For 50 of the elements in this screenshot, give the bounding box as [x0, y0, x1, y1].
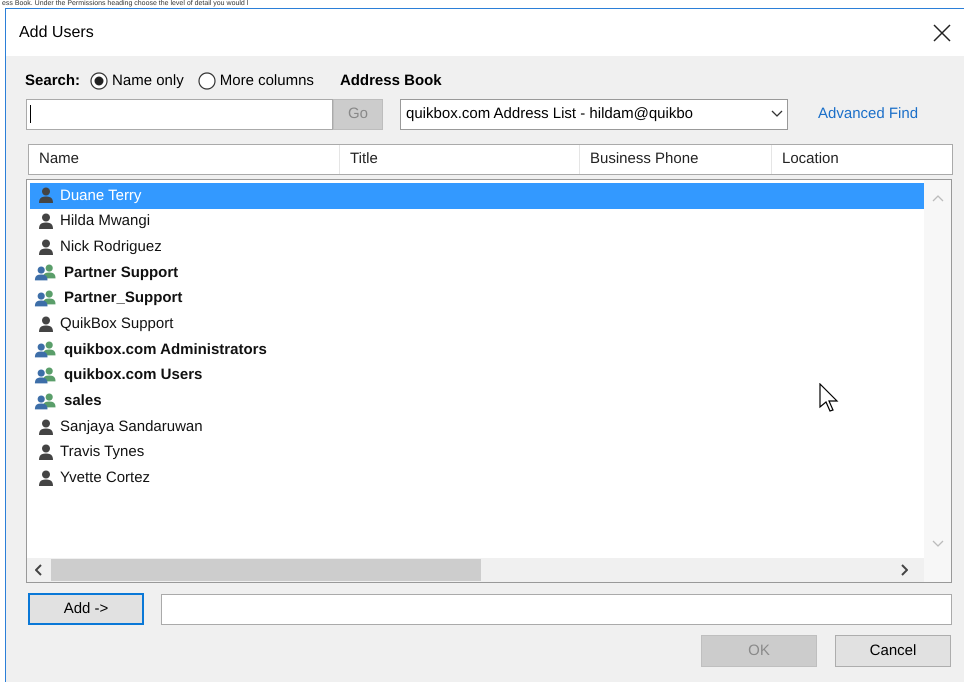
person-icon — [38, 238, 54, 256]
contact-row[interactable]: quikbox.com Users — [30, 362, 924, 388]
mouse-cursor-icon — [819, 383, 839, 413]
contact-row[interactable]: sales — [30, 388, 924, 414]
person-icon — [38, 316, 54, 333]
radio-label[interactable]: More columns — [220, 70, 314, 92]
search-field[interactable] — [26, 98, 333, 130]
scroll-up-icon[interactable] — [932, 194, 944, 202]
close-icon[interactable] — [933, 24, 951, 42]
vertical-scrollbar[interactable] — [924, 180, 951, 582]
column-header[interactable]: Business Phone — [580, 145, 772, 174]
person-icon — [38, 213, 54, 230]
group-icon — [34, 367, 58, 384]
address-book-label: Address Book — [340, 70, 442, 91]
contact-row[interactable]: Partner_Support — [30, 286, 924, 312]
column-header[interactable]: Title — [340, 145, 580, 174]
contact-row[interactable]: Sanjaya Sandaruwan — [30, 414, 924, 440]
person-icon — [38, 187, 54, 204]
person-icon — [38, 470, 54, 487]
scroll-down-icon[interactable] — [932, 540, 944, 548]
column-header[interactable]: Name — [29, 145, 340, 174]
search-label: Search: — [25, 70, 80, 91]
scroll-left-icon[interactable] — [35, 564, 43, 576]
contact-row[interactable]: Nick Rodriguez — [30, 234, 924, 260]
radio-button[interactable] — [90, 72, 108, 90]
recipients-field[interactable] — [161, 594, 952, 624]
add-button[interactable]: Add -> — [28, 593, 144, 625]
contact-row[interactable]: Yvette Cortez — [30, 466, 924, 492]
contact-row[interactable]: Hilda Mwangi — [30, 208, 924, 234]
person-icon — [38, 418, 54, 436]
window-title: Add Users — [19, 22, 94, 42]
dialog-button[interactable]: Cancel — [835, 635, 951, 667]
group-icon — [34, 290, 58, 308]
group-icon — [34, 264, 58, 282]
advanced-find-link[interactable]: Advanced Find — [818, 102, 918, 126]
person-icon — [38, 444, 54, 462]
contact-row[interactable]: Travis Tynes — [30, 440, 924, 466]
radio-button[interactable] — [198, 72, 216, 90]
contact-row[interactable]: quikbox.com Administrators — [30, 337, 924, 363]
address-book-dropdown[interactable]: quikbox.com Address List - hildam@quikbo — [400, 98, 788, 130]
group-icon — [34, 392, 58, 410]
radio-label[interactable]: Name only — [112, 70, 184, 92]
scrollbar-thumb[interactable] — [51, 559, 481, 581]
group-icon — [34, 341, 58, 358]
horizontal-scrollbar[interactable] — [27, 558, 924, 582]
chevron-down-icon — [771, 110, 783, 118]
contact-row[interactable]: QuikBox Support — [30, 311, 924, 338]
contact-row[interactable]: Partner Support — [30, 260, 924, 286]
scroll-right-icon[interactable] — [900, 564, 908, 576]
column-header[interactable]: Location — [772, 145, 952, 174]
